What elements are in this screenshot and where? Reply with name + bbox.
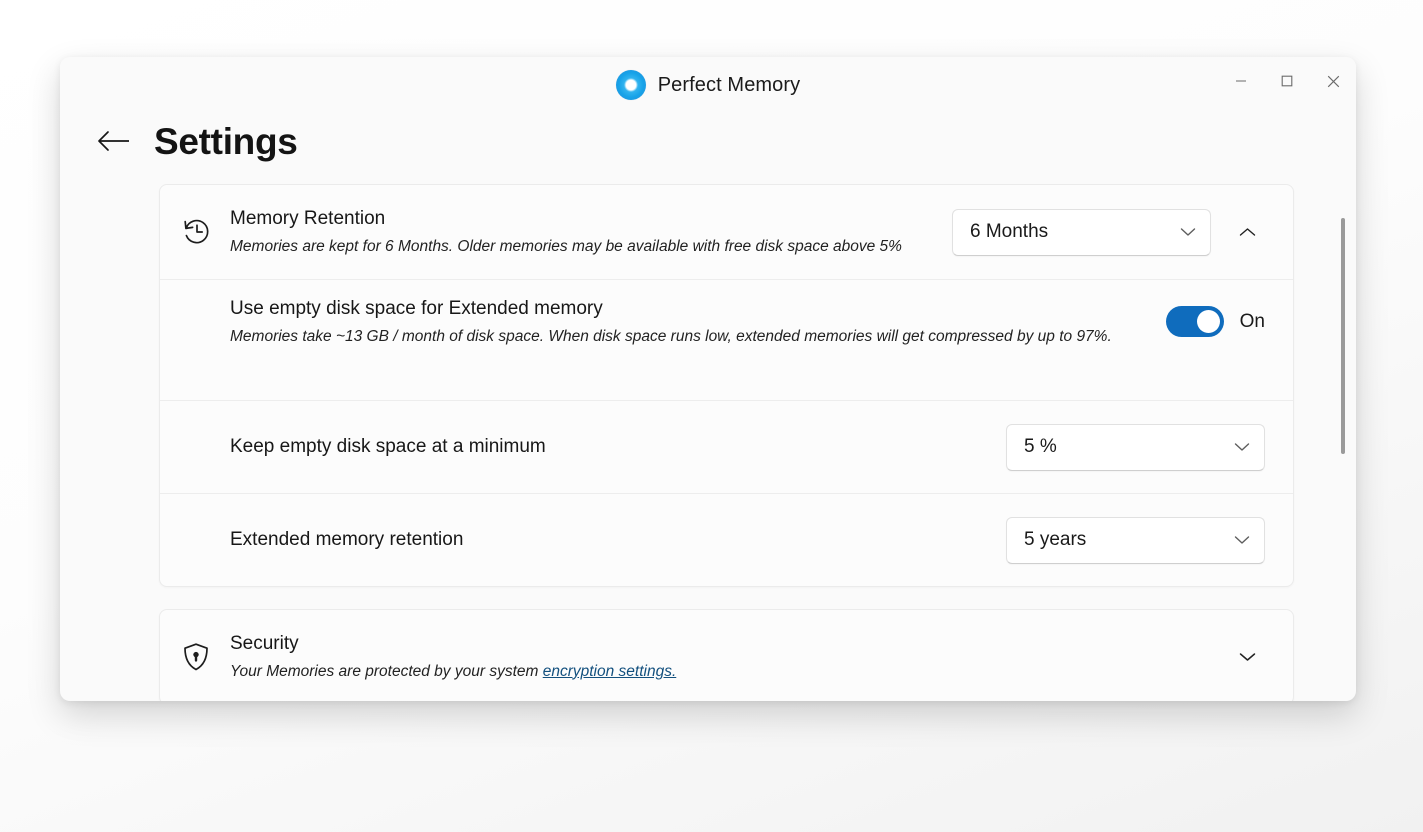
extended-memory-toggle-switch[interactable] <box>1166 306 1224 337</box>
memory-retention-controls: 6 Months <box>952 209 1265 256</box>
settings-cards: Memory Retention Memories are kept for 6… <box>60 184 1356 701</box>
minimize-icon <box>1235 75 1247 87</box>
maximize-icon <box>1281 75 1293 87</box>
vertical-scrollbar[interactable] <box>1338 167 1348 687</box>
close-button[interactable] <box>1310 57 1356 105</box>
extended-memory-toggle-text: Use empty disk space for Extended memory… <box>230 296 1166 348</box>
app-background: Perfect Memory <box>0 0 1423 832</box>
extended-memory-toggle-row: Use empty disk space for Extended memory… <box>160 279 1293 400</box>
encryption-settings-link[interactable]: encryption settings. <box>543 663 677 680</box>
extended-memory-retention-dropdown-value: 5 years <box>1024 529 1086 551</box>
chevron-down-icon <box>1234 535 1250 545</box>
extended-memory-toggle-state: On <box>1240 311 1265 333</box>
close-icon <box>1327 75 1340 88</box>
settings-scroll-area: Memory Retention Memories are kept for 6… <box>60 167 1356 701</box>
scrollbar-thumb[interactable] <box>1341 218 1345 454</box>
memory-retention-text: Memory Retention Memories are kept for 6… <box>230 206 952 258</box>
maximize-button[interactable] <box>1264 57 1310 105</box>
security-card: Security Your Memories are protected by … <box>159 609 1294 701</box>
chevron-down-icon <box>1234 442 1250 452</box>
app-window: Perfect Memory <box>60 57 1356 701</box>
toggle-knob <box>1197 310 1220 333</box>
window-controls <box>1218 57 1356 105</box>
history-clock-icon <box>182 217 230 247</box>
extended-memory-toggle-description: Memories take ~13 GB / month of disk spa… <box>230 325 1142 348</box>
security-description-prefix: Your Memories are protected by your syst… <box>230 663 543 680</box>
memory-retention-card: Memory Retention Memories are kept for 6… <box>159 184 1294 587</box>
minimum-empty-disk-space-text: Keep empty disk space at a minimum <box>230 434 1006 461</box>
minimize-button[interactable] <box>1218 57 1264 105</box>
memory-retention-dropdown[interactable]: 6 Months <box>952 209 1211 256</box>
extended-memory-toggle-controls: On <box>1166 306 1265 337</box>
security-text: Security Your Memories are protected by … <box>230 631 1229 683</box>
extended-memory-retention-title: Extended memory retention <box>230 527 982 554</box>
app-title: Perfect Memory <box>658 74 801 97</box>
arrow-left-icon <box>97 130 131 152</box>
memory-retention-header-row: Memory Retention Memories are kept for 6… <box>160 185 1293 279</box>
extended-memory-retention-text: Extended memory retention <box>230 527 1006 554</box>
security-description: Your Memories are protected by your syst… <box>230 660 1205 683</box>
security-expand-button[interactable] <box>1229 639 1265 675</box>
memory-retention-description: Memories are kept for 6 Months. Older me… <box>230 235 928 258</box>
back-button[interactable] <box>92 119 136 163</box>
minimum-empty-disk-space-controls: 5 % <box>1006 424 1265 471</box>
shield-lock-icon <box>182 642 230 672</box>
page-title: Settings <box>154 123 298 160</box>
security-header-row: Security Your Memories are protected by … <box>160 610 1293 701</box>
minimum-empty-disk-space-row: Keep empty disk space at a minimum 5 % <box>160 400 1293 493</box>
page-header: Settings <box>60 107 1356 167</box>
memory-retention-dropdown-value: 6 Months <box>970 221 1048 243</box>
security-title: Security <box>230 631 1205 658</box>
minimum-empty-disk-space-title: Keep empty disk space at a minimum <box>230 434 982 461</box>
title-bar: Perfect Memory <box>60 57 1356 107</box>
memory-retention-title: Memory Retention <box>230 206 928 233</box>
security-controls <box>1229 639 1265 675</box>
minimum-empty-disk-space-dropdown-value: 5 % <box>1024 436 1057 458</box>
chevron-down-icon <box>1239 652 1256 662</box>
extended-memory-toggle-title: Use empty disk space for Extended memory <box>230 296 1142 323</box>
minimum-empty-disk-space-dropdown[interactable]: 5 % <box>1006 424 1265 471</box>
extended-memory-toggle-wrap: On <box>1166 306 1265 337</box>
app-logo-circle-icon <box>616 70 646 100</box>
memory-retention-collapse-button[interactable] <box>1229 214 1265 250</box>
extended-memory-retention-row: Extended memory retention 5 years <box>160 493 1293 586</box>
extended-memory-retention-controls: 5 years <box>1006 517 1265 564</box>
title-bar-center: Perfect Memory <box>60 70 1356 100</box>
extended-memory-retention-dropdown[interactable]: 5 years <box>1006 517 1265 564</box>
chevron-down-icon <box>1180 227 1196 237</box>
chevron-up-icon <box>1239 227 1256 237</box>
